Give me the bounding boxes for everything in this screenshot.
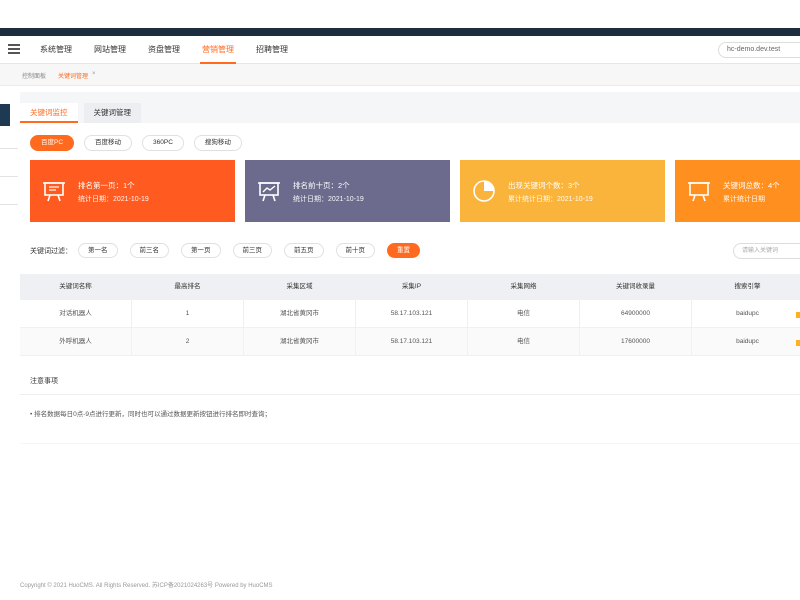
close-tab-icon[interactable]: × bbox=[92, 71, 96, 77]
table-cell: 2 bbox=[132, 328, 244, 355]
domain-selector[interactable]: hc-demo.dev.test bbox=[718, 42, 800, 58]
table-cell: 电信 bbox=[468, 300, 580, 327]
nav-menu: 系统管理 网站管理 资盘管理 营销管理 招聘管理 bbox=[40, 36, 310, 64]
table-cell: 湖北省黄冈市 bbox=[244, 300, 356, 327]
top-navbar: 系统管理 网站管理 资盘管理 营销管理 招聘管理 hc-demo.dev.tes… bbox=[0, 36, 800, 64]
keyword-search-input[interactable]: 请输入关键词 bbox=[733, 243, 800, 259]
keyword-table: 关键词名称 最高排名 采集区域 采集IP 采集网络 关键词收录量 搜索引擎 对话… bbox=[20, 274, 800, 356]
filter-label: 关键词过滤： bbox=[30, 248, 72, 255]
filter-first-page[interactable]: 第一页 bbox=[181, 243, 221, 258]
stat-card-total: 关键词总数：4个 累计统计日期 bbox=[675, 160, 800, 222]
column-header[interactable]: 最高排名 bbox=[132, 274, 244, 300]
card-date: 累计统计日期：2021-10-19 bbox=[508, 196, 593, 203]
table-cell: 电信 bbox=[468, 328, 580, 355]
nav-item-marketing[interactable]: 营销管理 bbox=[200, 36, 236, 64]
table-cell: baidupc bbox=[692, 328, 800, 355]
row-action-marker[interactable] bbox=[796, 312, 800, 318]
reset-button[interactable]: 重置 bbox=[387, 243, 420, 258]
stat-card-first-page: 排名第一页：1个 统计日期：2021-10-19 bbox=[30, 160, 235, 222]
engine-sogou-mobile[interactable]: 搜狗移动 bbox=[193, 135, 242, 151]
card-title: 排名第一页：1个 bbox=[78, 181, 135, 190]
tab-keyword-manage[interactable]: 关键词管理 bbox=[83, 103, 141, 123]
column-header[interactable]: 采集网络 bbox=[468, 274, 580, 300]
breadcrumb: 控制面板 关键词管理 × bbox=[0, 64, 800, 86]
column-header[interactable]: 关键词名称 bbox=[20, 274, 132, 300]
tab-keyword-monitor[interactable]: 关键词监控 bbox=[20, 103, 78, 123]
row-action-marker[interactable] bbox=[796, 340, 800, 346]
table-header: 关键词名称 最高排名 采集区域 采集IP 采集网络 关键词收录量 搜索引擎 bbox=[20, 274, 800, 300]
filter-top-ten-pages[interactable]: 前十页 bbox=[335, 243, 375, 258]
notes-text: • 排名数据每日0点-9点进行更新，同时也可以通过数据更新按钮进行排名即时查询； bbox=[30, 411, 271, 418]
column-header[interactable]: 搜索引擎 bbox=[692, 274, 800, 300]
nav-item-system[interactable]: 系统管理 bbox=[40, 36, 72, 64]
sidebar-active-marker bbox=[0, 104, 10, 126]
table-cell: 对话机器人 bbox=[20, 300, 132, 327]
breadcrumb-home[interactable]: 控制面板 bbox=[22, 71, 46, 80]
filter-first[interactable]: 第一名 bbox=[78, 243, 118, 258]
table-row[interactable]: 对话机器人 1 湖北省黄冈市 58.17.103.121 电信 64900000… bbox=[20, 300, 800, 328]
top-dark-strip bbox=[0, 28, 800, 36]
filter-top-five-pages[interactable]: 前五页 bbox=[284, 243, 324, 258]
notes-title: 注意事项 bbox=[30, 378, 58, 385]
stat-card-keyword-count: 出现关键词个数：3个 累计统计日期：2021-10-19 bbox=[460, 160, 665, 222]
footer-copyright: Copyright © 2021 HuoCMS. All Rights Rese… bbox=[20, 583, 273, 589]
sidebar-divider bbox=[0, 204, 18, 205]
sidebar-divider bbox=[0, 148, 18, 149]
nav-item-recruit[interactable]: 招聘管理 bbox=[256, 36, 288, 64]
breadcrumb-current[interactable]: 关键词管理 bbox=[58, 71, 88, 80]
table-cell: 1 bbox=[132, 300, 244, 327]
menu-toggle-icon[interactable] bbox=[8, 44, 20, 55]
column-header[interactable]: 关键词收录量 bbox=[580, 274, 692, 300]
filter-top-three[interactable]: 前三名 bbox=[129, 243, 169, 258]
chart-board-icon bbox=[258, 182, 280, 202]
presentation-icon bbox=[688, 182, 710, 202]
stat-card-top-ten: 排名前十页：2个 统计日期：2021-10-19 bbox=[245, 160, 450, 222]
notes-divider bbox=[20, 394, 800, 395]
top-blank-area bbox=[0, 0, 800, 28]
card-date: 统计日期：2021-10-19 bbox=[293, 196, 364, 203]
column-header[interactable]: 采集区域 bbox=[244, 274, 356, 300]
card-title: 关键词总数：4个 bbox=[723, 181, 780, 190]
card-date: 统计日期：2021-10-19 bbox=[78, 196, 149, 203]
table-cell: 17600000 bbox=[580, 328, 692, 355]
engine-360-pc[interactable]: 360PC bbox=[142, 135, 184, 151]
nav-item-website[interactable]: 网站管理 bbox=[94, 36, 126, 64]
filter-top-three-pages[interactable]: 前三页 bbox=[232, 243, 272, 258]
pie-chart-icon bbox=[473, 180, 495, 202]
card-date: 累计统计日期 bbox=[723, 196, 765, 203]
table-cell: baidupc bbox=[692, 300, 800, 327]
table-cell: 64900000 bbox=[580, 300, 692, 327]
table-cell: 湖北省黄冈市 bbox=[244, 328, 356, 355]
presentation-icon bbox=[43, 182, 65, 202]
column-header[interactable]: 采集IP bbox=[356, 274, 468, 300]
engine-selector: 百度PC 百度移动 360PC 搜狗移动 bbox=[30, 135, 252, 151]
card-title: 排名前十页：2个 bbox=[293, 181, 350, 190]
table-row[interactable]: 外呼机器人 2 湖北省黄冈市 58.17.103.121 电信 17600000… bbox=[20, 328, 800, 356]
sidebar-divider bbox=[0, 176, 18, 177]
filter-options: 第一名 前三名 第一页 前三页 前五页 前十页 重置 bbox=[78, 243, 432, 258]
table-cell: 58.17.103.121 bbox=[356, 328, 468, 355]
card-title: 出现关键词个数：3个 bbox=[508, 181, 580, 190]
engine-baidu-mobile[interactable]: 百度移动 bbox=[84, 135, 133, 151]
nav-item-assets[interactable]: 资盘管理 bbox=[148, 36, 180, 64]
table-cell: 58.17.103.121 bbox=[356, 300, 468, 327]
table-cell: 外呼机器人 bbox=[20, 328, 132, 355]
engine-baidu-pc[interactable]: 百度PC bbox=[30, 135, 75, 151]
tab-bar: 关键词监控 关键词管理 bbox=[20, 103, 147, 123]
